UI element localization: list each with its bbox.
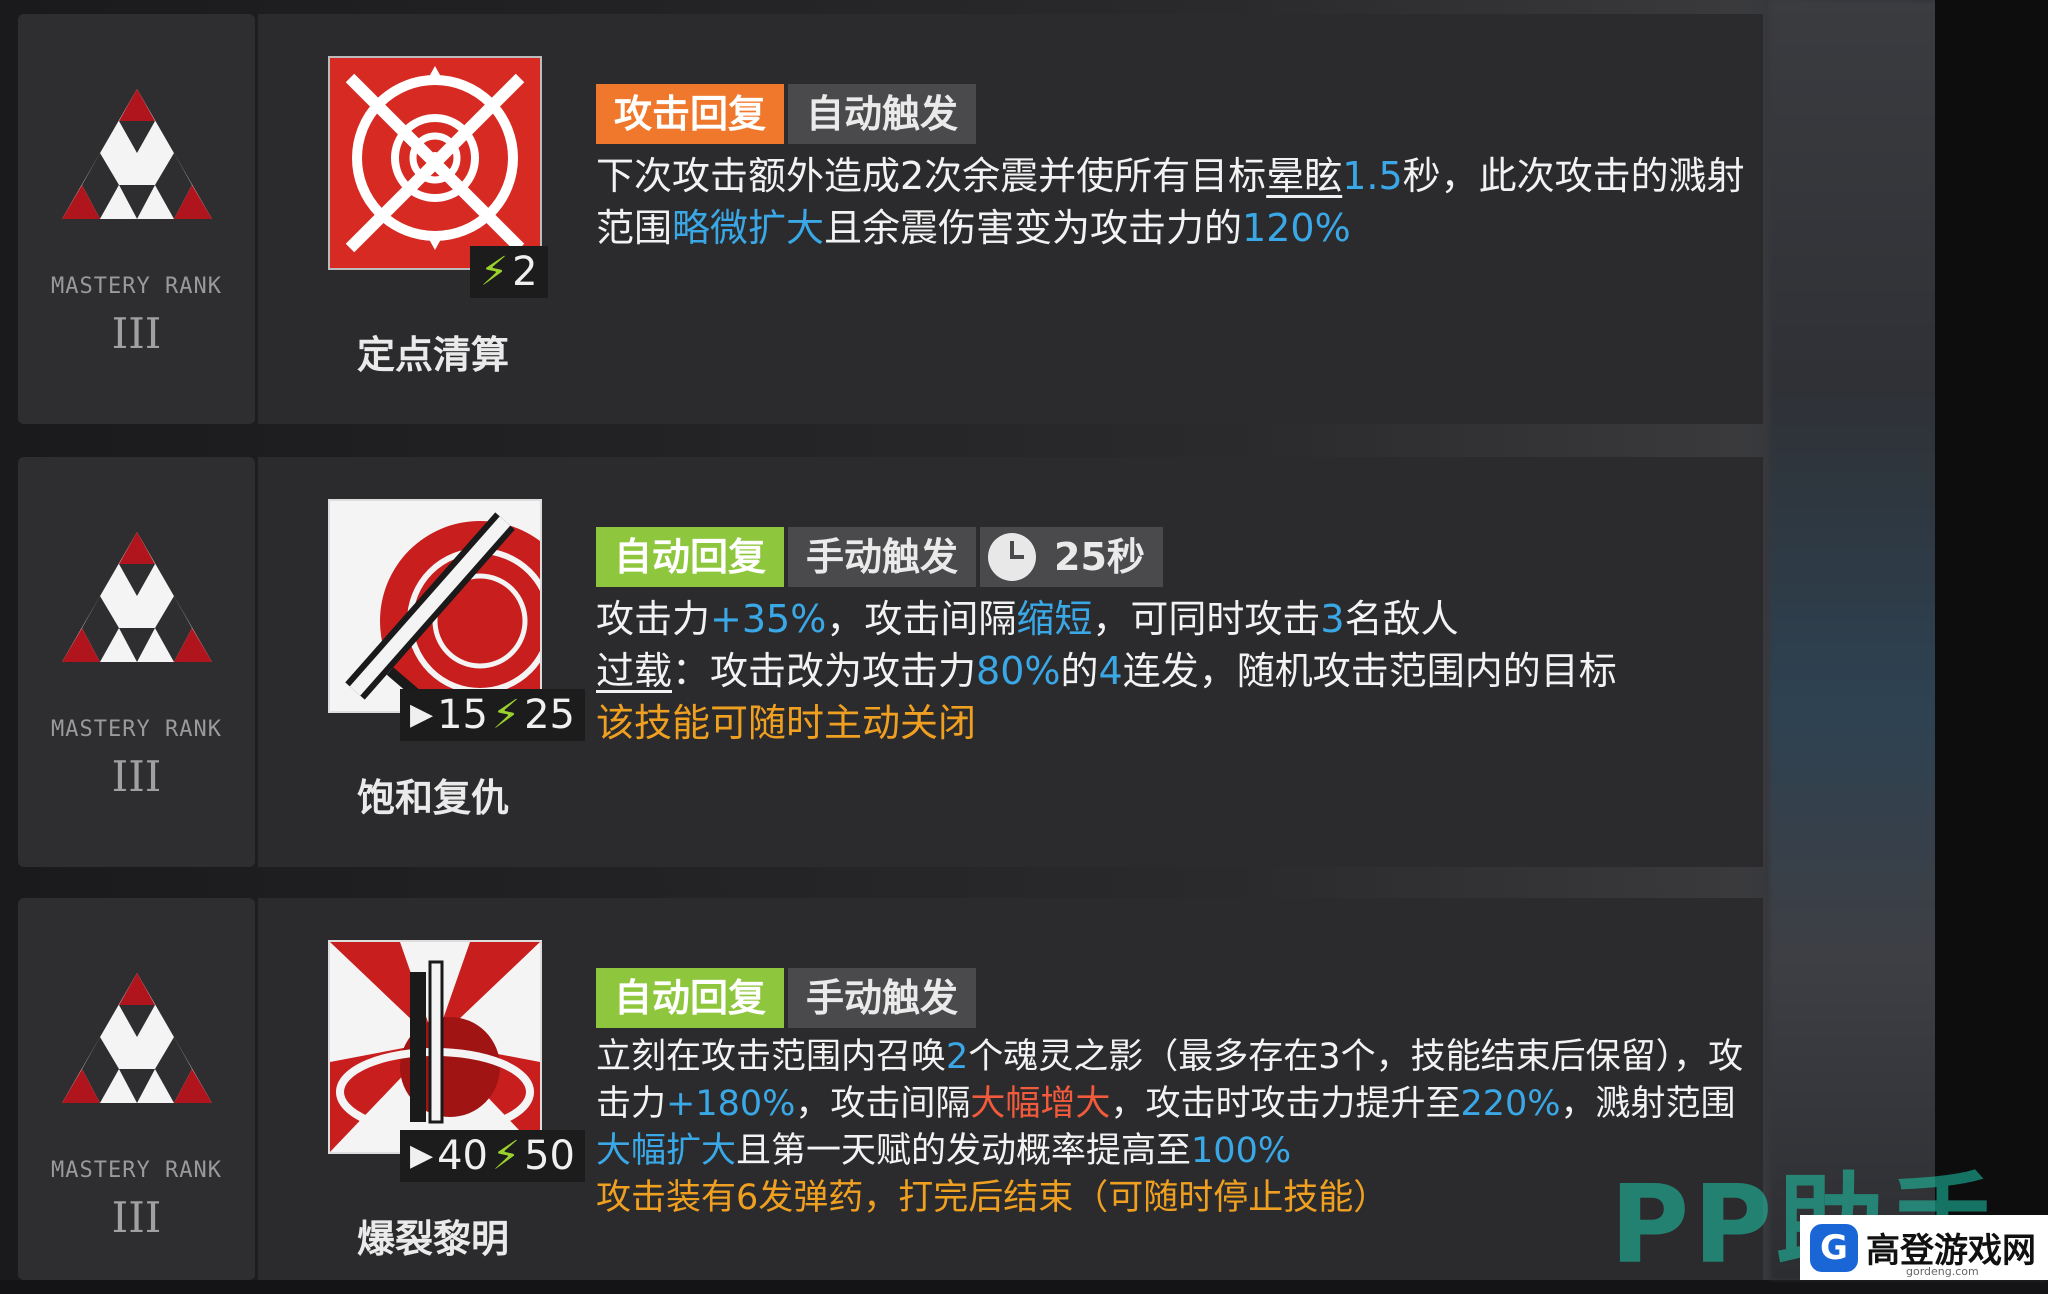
skill-tags: 自动回复 手动触发 <box>596 968 977 1028</box>
skill-description: 立刻在攻击范围内召唤2个魂灵之影（最多存在3个，技能结束后保留），攻击力+180… <box>596 1034 1746 1222</box>
desc-text: 名敌人 <box>1344 597 1459 641</box>
desc-value: 大幅增大 <box>970 1084 1111 1124</box>
sp-cost-value: 25 <box>524 692 575 738</box>
desc-text: ：攻击改为攻击力 <box>672 649 977 693</box>
skill-name: 饱和复仇 <box>356 776 509 820</box>
skill-description: 下次攻击额外造成2次余震并使所有目标晕眩1.5秒，此次攻击的溅射范围略微扩大且余… <box>596 150 1746 254</box>
recovery-type-tag: 攻击回复 <box>596 84 785 144</box>
skill-row-3: MASTERY RANK III ▶ 40 ⚡ 50 爆裂黎明 自动回复 手动触… <box>18 898 1763 1280</box>
desc-text: 的 <box>1060 649 1099 693</box>
mastery-rank-label: MASTERY RANK <box>51 1158 222 1183</box>
desc-text: 立刻在攻击范围内召唤 <box>596 1037 947 1077</box>
duration-tag: 25秒 <box>980 527 1163 587</box>
desc-keyword-stun[interactable]: 晕眩 <box>1266 154 1342 198</box>
skill-name: 爆裂黎明 <box>356 1217 509 1261</box>
desc-text: 攻击力 <box>596 597 711 641</box>
desc-note: 该技能可随时主动关闭 <box>596 701 977 745</box>
right-dark-edge <box>1935 0 2048 1280</box>
skill-name: 定点清算 <box>356 333 509 377</box>
skill-card[interactable]: ▶ 40 ⚡ 50 爆裂黎明 自动回复 手动触发 立刻在攻击范围内召唤2个魂灵之… <box>258 898 1763 1280</box>
mastery-panel: MASTERY RANK III <box>18 457 255 867</box>
desc-text: ，攻击间隔 <box>795 1084 971 1124</box>
mastery-rank-level: III <box>111 309 162 358</box>
desc-value: 缩短 <box>1016 597 1093 641</box>
mastery-rank-label: MASTERY RANK <box>51 274 222 299</box>
initial-sp-value: 15 <box>437 692 488 738</box>
lightning-icon: ⚡ <box>480 249 509 295</box>
lightning-icon: ⚡ <box>491 1133 521 1179</box>
desc-text: ，可同时攻击 <box>1092 597 1321 641</box>
skill-icon-spiral-target <box>328 56 542 270</box>
desc-value: 1.5 <box>1342 154 1403 198</box>
mastery-rank-level: III <box>111 752 162 801</box>
desc-line: 攻击力+35%，攻击间隔缩短，可同时攻击3名敌人 <box>596 593 1746 645</box>
mastery-panel: MASTERY RANK III <box>18 898 255 1280</box>
duration-value: 25秒 <box>1054 535 1145 579</box>
skill-icon-rifle <box>328 499 542 713</box>
desc-text: 且第一天赋的发动概率提高至 <box>736 1131 1192 1171</box>
recovery-type-tag: 自动回复 <box>596 527 785 587</box>
sp-cost-value: 50 <box>524 1133 575 1179</box>
trigger-type-tag: 手动触发 <box>788 968 977 1028</box>
mastery-triangle-icon <box>62 89 212 219</box>
play-icon: ▶ <box>410 1138 434 1173</box>
recovery-type-tag: 自动回复 <box>596 968 785 1028</box>
mastery-triangle-icon <box>62 973 212 1103</box>
trigger-type-tag: 手动触发 <box>788 527 977 587</box>
desc-line: 过载：攻击改为攻击力80%的4连发，随机攻击范围内的目标 <box>596 645 1746 697</box>
desc-value: 220% <box>1460 1084 1561 1124</box>
desc-text: 连发，随机攻击范围内的目标 <box>1122 649 1617 693</box>
desc-text: 下次攻击额外造成2次余震并使所有目标 <box>596 154 1267 198</box>
skill-cost-badge: ▶ 40 ⚡ 50 <box>400 1130 585 1182</box>
initial-sp-value: 40 <box>437 1133 488 1179</box>
skill-tags: 攻击回复 自动触发 <box>596 84 977 144</box>
desc-keyword-overload[interactable]: 过载 <box>596 649 672 693</box>
sp-cost-value: 2 <box>512 249 538 295</box>
sp-cost-badge: ⚡ 2 <box>470 246 548 298</box>
desc-value: 大幅扩大 <box>596 1131 737 1171</box>
trigger-type-tag: 自动触发 <box>788 84 977 144</box>
skill-card[interactable]: ▶ 15 ⚡ 25 饱和复仇 自动回复 手动触发 25秒 攻击力+35%，攻击间… <box>258 457 1763 867</box>
desc-value: 120% <box>1242 206 1351 250</box>
mastery-panel: MASTERY RANK III <box>18 14 255 424</box>
desc-value: 2 <box>946 1037 969 1077</box>
desc-value: 80% <box>976 649 1061 693</box>
skill-tags: 自动回复 手动触发 25秒 <box>596 527 1163 587</box>
skill-row-1: MASTERY RANK III ⚡ 2 定点清算 攻击回复 自动触发 下次攻击… <box>18 14 1763 424</box>
skill-icon-burst <box>328 940 542 1154</box>
mastery-triangle-icon <box>62 532 212 662</box>
desc-value: 略微扩大 <box>672 206 825 250</box>
clock-icon <box>988 533 1037 581</box>
site-url: gordeng.com <box>1906 1265 1979 1278</box>
site-logo-icon: G <box>1810 1223 1858 1272</box>
desc-note: 攻击装有6发弹药，打完后结束（可随时停止技能） <box>596 1178 1389 1218</box>
desc-value: +35% <box>710 597 827 641</box>
desc-value: 4 <box>1098 649 1123 693</box>
mastery-rank-level: III <box>111 1193 162 1242</box>
desc-text: ，攻击间隔 <box>826 597 1017 641</box>
lightning-icon: ⚡ <box>491 692 521 738</box>
skill-card[interactable]: ⚡ 2 定点清算 攻击回复 自动触发 下次攻击额外造成2次余震并使所有目标晕眩1… <box>258 14 1763 424</box>
desc-text: ，溅射范围 <box>1560 1084 1736 1124</box>
skill-cost-badge: ▶ 15 ⚡ 25 <box>400 689 585 741</box>
skill-row-2: MASTERY RANK III ▶ 15 ⚡ 25 饱和复仇 自动回复 手动触… <box>18 457 1763 867</box>
mastery-rank-label: MASTERY RANK <box>51 717 222 742</box>
play-icon: ▶ <box>410 697 434 732</box>
desc-value: 3 <box>1320 597 1345 641</box>
desc-text: 且余震伤害变为攻击力的 <box>824 206 1243 250</box>
skill-description: 攻击力+35%，攻击间隔缩短，可同时攻击3名敌人 过载：攻击改为攻击力80%的4… <box>596 593 1746 749</box>
desc-text: ，攻击时攻击力提升至 <box>1110 1084 1461 1124</box>
desc-value: 100% <box>1191 1131 1292 1171</box>
desc-value: +180% <box>666 1084 796 1124</box>
